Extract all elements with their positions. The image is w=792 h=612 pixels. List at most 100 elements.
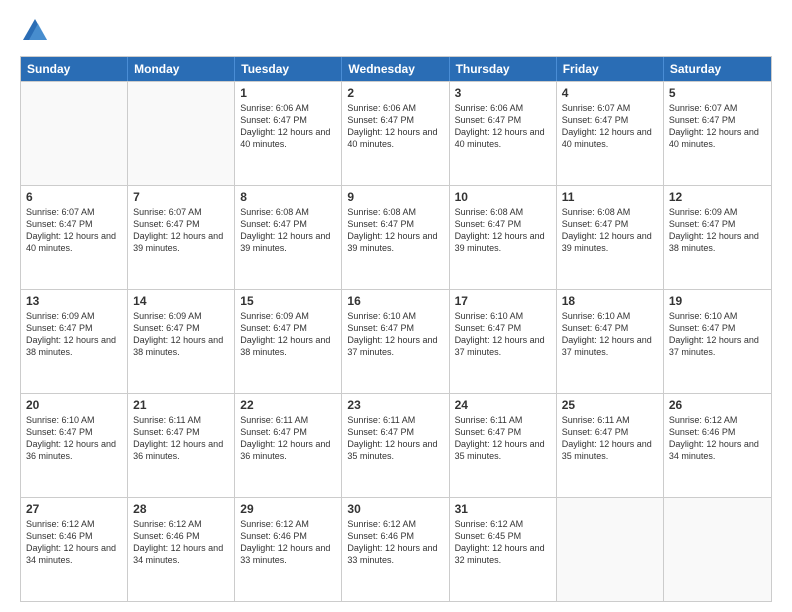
cell-date: 6 <box>26 190 122 204</box>
calendar: SundayMondayTuesdayWednesdayThursdayFrid… <box>20 56 772 602</box>
calendar-cell: 16 Sunrise: 6:10 AMSunset: 6:47 PMDayligh… <box>342 290 449 393</box>
calendar-cell: 10 Sunrise: 6:08 AMSunset: 6:47 PMDayligh… <box>450 186 557 289</box>
calendar-cell: 1 Sunrise: 6:06 AMSunset: 6:47 PMDaylight… <box>235 82 342 185</box>
calendar-cell: 22 Sunrise: 6:11 AMSunset: 6:47 PMDayligh… <box>235 394 342 497</box>
cell-date: 12 <box>669 190 766 204</box>
cell-info: Sunrise: 6:10 AMSunset: 6:47 PMDaylight:… <box>669 310 766 359</box>
calendar-cell <box>557 498 664 601</box>
calendar-cell: 26 Sunrise: 6:12 AMSunset: 6:46 PMDayligh… <box>664 394 771 497</box>
calendar-cell: 28Sunrise: 6:12 AMSunset: 6:46 PMDayligh… <box>128 498 235 601</box>
calendar-cell <box>664 498 771 601</box>
calendar-cell: 6 Sunrise: 6:07 AMSunset: 6:47 PMDaylight… <box>21 186 128 289</box>
cell-date: 25 <box>562 398 658 412</box>
cell-date: 23 <box>347 398 443 412</box>
cell-info: Sunrise: 6:07 AMSunset: 6:47 PMDaylight:… <box>133 206 229 255</box>
weekday-header: Sunday <box>21 57 128 81</box>
cell-info: Sunrise: 6:07 AMSunset: 6:47 PMDaylight:… <box>26 206 122 255</box>
calendar-cell <box>128 82 235 185</box>
cell-date: 29 <box>240 502 336 516</box>
cell-info: Sunrise: 6:06 AMSunset: 6:47 PMDaylight:… <box>347 102 443 151</box>
cell-info: Sunrise: 6:12 AMSunset: 6:45 PMDaylight:… <box>455 518 551 567</box>
calendar-cell: 20 Sunrise: 6:10 AMSunset: 6:47 PMDayligh… <box>21 394 128 497</box>
calendar-cell: 15Sunrise: 6:09 AMSunset: 6:47 PMDayligh… <box>235 290 342 393</box>
cell-info: Sunrise: 6:12 AMSunset: 6:46 PMDaylight:… <box>26 518 122 567</box>
cell-date: 11 <box>562 190 658 204</box>
cell-date: 5 <box>669 86 766 100</box>
calendar-cell: 17 Sunrise: 6:10 AMSunset: 6:47 PMDayligh… <box>450 290 557 393</box>
calendar-cell: 4 Sunrise: 6:07 AMSunset: 6:47 PMDaylight… <box>557 82 664 185</box>
cell-date: 16 <box>347 294 443 308</box>
cell-info: Sunrise: 6:10 AMSunset: 6:47 PMDaylight:… <box>26 414 122 463</box>
cell-date: 14 <box>133 294 229 308</box>
weekday-header: Saturday <box>664 57 771 81</box>
cell-info: Sunrise: 6:09 AMSunset: 6:47 PMDaylight:… <box>669 206 766 255</box>
calendar-cell: 8Sunrise: 6:08 AMSunset: 6:47 PMDaylight… <box>235 186 342 289</box>
calendar-cell: 25Sunrise: 6:11 AMSunset: 6:47 PMDayligh… <box>557 394 664 497</box>
cell-info: Sunrise: 6:09 AMSunset: 6:47 PMDaylight:… <box>26 310 122 359</box>
page: SundayMondayTuesdayWednesdayThursdayFrid… <box>0 0 792 612</box>
calendar-row: 6 Sunrise: 6:07 AMSunset: 6:47 PMDaylight… <box>21 185 771 289</box>
cell-date: 30 <box>347 502 443 516</box>
cell-date: 2 <box>347 86 443 100</box>
calendar-cell: 12 Sunrise: 6:09 AMSunset: 6:47 PMDayligh… <box>664 186 771 289</box>
calendar-cell: 9Sunrise: 6:08 AMSunset: 6:47 PMDaylight… <box>342 186 449 289</box>
calendar-cell: 14 Sunrise: 6:09 AMSunset: 6:47 PMDayligh… <box>128 290 235 393</box>
calendar-cell: 3Sunrise: 6:06 AMSunset: 6:47 PMDaylight… <box>450 82 557 185</box>
cell-date: 31 <box>455 502 551 516</box>
cell-info: Sunrise: 6:11 AMSunset: 6:47 PMDaylight:… <box>455 414 551 463</box>
cell-info: Sunrise: 6:08 AMSunset: 6:47 PMDaylight:… <box>347 206 443 255</box>
calendar-cell: 2 Sunrise: 6:06 AMSunset: 6:47 PMDaylight… <box>342 82 449 185</box>
calendar-cell: 24Sunrise: 6:11 AMSunset: 6:47 PMDayligh… <box>450 394 557 497</box>
cell-date: 27 <box>26 502 122 516</box>
cell-info: Sunrise: 6:08 AMSunset: 6:47 PMDaylight:… <box>455 206 551 255</box>
calendar-cell: 31 Sunrise: 6:12 AMSunset: 6:45 PMDayligh… <box>450 498 557 601</box>
weekday-header: Thursday <box>450 57 557 81</box>
logo <box>20 16 52 46</box>
cell-info: Sunrise: 6:07 AMSunset: 6:47 PMDaylight:… <box>562 102 658 151</box>
cell-info: Sunrise: 6:10 AMSunset: 6:47 PMDaylight:… <box>455 310 551 359</box>
cell-date: 19 <box>669 294 766 308</box>
cell-date: 7 <box>133 190 229 204</box>
cell-date: 1 <box>240 86 336 100</box>
weekday-header: Friday <box>557 57 664 81</box>
logo-icon <box>20 16 50 46</box>
cell-date: 3 <box>455 86 551 100</box>
calendar-cell: 30 Sunrise: 6:12 AMSunset: 6:46 PMDayligh… <box>342 498 449 601</box>
calendar-cell: 23 Sunrise: 6:11 AMSunset: 6:47 PMDayligh… <box>342 394 449 497</box>
calendar-row: 1 Sunrise: 6:06 AMSunset: 6:47 PMDaylight… <box>21 81 771 185</box>
cell-date: 18 <box>562 294 658 308</box>
cell-info: Sunrise: 6:12 AMSunset: 6:46 PMDaylight:… <box>669 414 766 463</box>
cell-info: Sunrise: 6:10 AMSunset: 6:47 PMDaylight:… <box>347 310 443 359</box>
cell-date: 20 <box>26 398 122 412</box>
cell-info: Sunrise: 6:06 AMSunset: 6:47 PMDaylight:… <box>240 102 336 151</box>
calendar-row: 13 Sunrise: 6:09 AMSunset: 6:47 PMDayligh… <box>21 289 771 393</box>
cell-info: Sunrise: 6:12 AMSunset: 6:46 PMDaylight:… <box>133 518 229 567</box>
cell-date: 10 <box>455 190 551 204</box>
calendar-row: 27 Sunrise: 6:12 AMSunset: 6:46 PMDayligh… <box>21 497 771 601</box>
calendar-cell: 5Sunrise: 6:07 AMSunset: 6:47 PMDaylight… <box>664 82 771 185</box>
calendar-cell: 7 Sunrise: 6:07 AMSunset: 6:47 PMDaylight… <box>128 186 235 289</box>
cell-date: 8 <box>240 190 336 204</box>
calendar-cell: 13 Sunrise: 6:09 AMSunset: 6:47 PMDayligh… <box>21 290 128 393</box>
calendar-cell: 27 Sunrise: 6:12 AMSunset: 6:46 PMDayligh… <box>21 498 128 601</box>
calendar-cell <box>21 82 128 185</box>
weekday-header: Wednesday <box>342 57 449 81</box>
cell-date: 21 <box>133 398 229 412</box>
calendar-body: 1 Sunrise: 6:06 AMSunset: 6:47 PMDaylight… <box>21 81 771 601</box>
cell-info: Sunrise: 6:11 AMSunset: 6:47 PMDaylight:… <box>240 414 336 463</box>
calendar-cell: 21 Sunrise: 6:11 AMSunset: 6:47 PMDayligh… <box>128 394 235 497</box>
cell-date: 22 <box>240 398 336 412</box>
cell-info: Sunrise: 6:08 AMSunset: 6:47 PMDaylight:… <box>562 206 658 255</box>
cell-info: Sunrise: 6:09 AMSunset: 6:47 PMDaylight:… <box>240 310 336 359</box>
cell-date: 4 <box>562 86 658 100</box>
cell-info: Sunrise: 6:10 AMSunset: 6:47 PMDaylight:… <box>562 310 658 359</box>
weekday-header: Tuesday <box>235 57 342 81</box>
cell-info: Sunrise: 6:12 AMSunset: 6:46 PMDaylight:… <box>347 518 443 567</box>
calendar-cell: 11 Sunrise: 6:08 AMSunset: 6:47 PMDayligh… <box>557 186 664 289</box>
cell-info: Sunrise: 6:09 AMSunset: 6:47 PMDaylight:… <box>133 310 229 359</box>
cell-info: Sunrise: 6:11 AMSunset: 6:47 PMDaylight:… <box>133 414 229 463</box>
cell-date: 13 <box>26 294 122 308</box>
cell-date: 26 <box>669 398 766 412</box>
cell-info: Sunrise: 6:11 AMSunset: 6:47 PMDaylight:… <box>347 414 443 463</box>
cell-date: 17 <box>455 294 551 308</box>
